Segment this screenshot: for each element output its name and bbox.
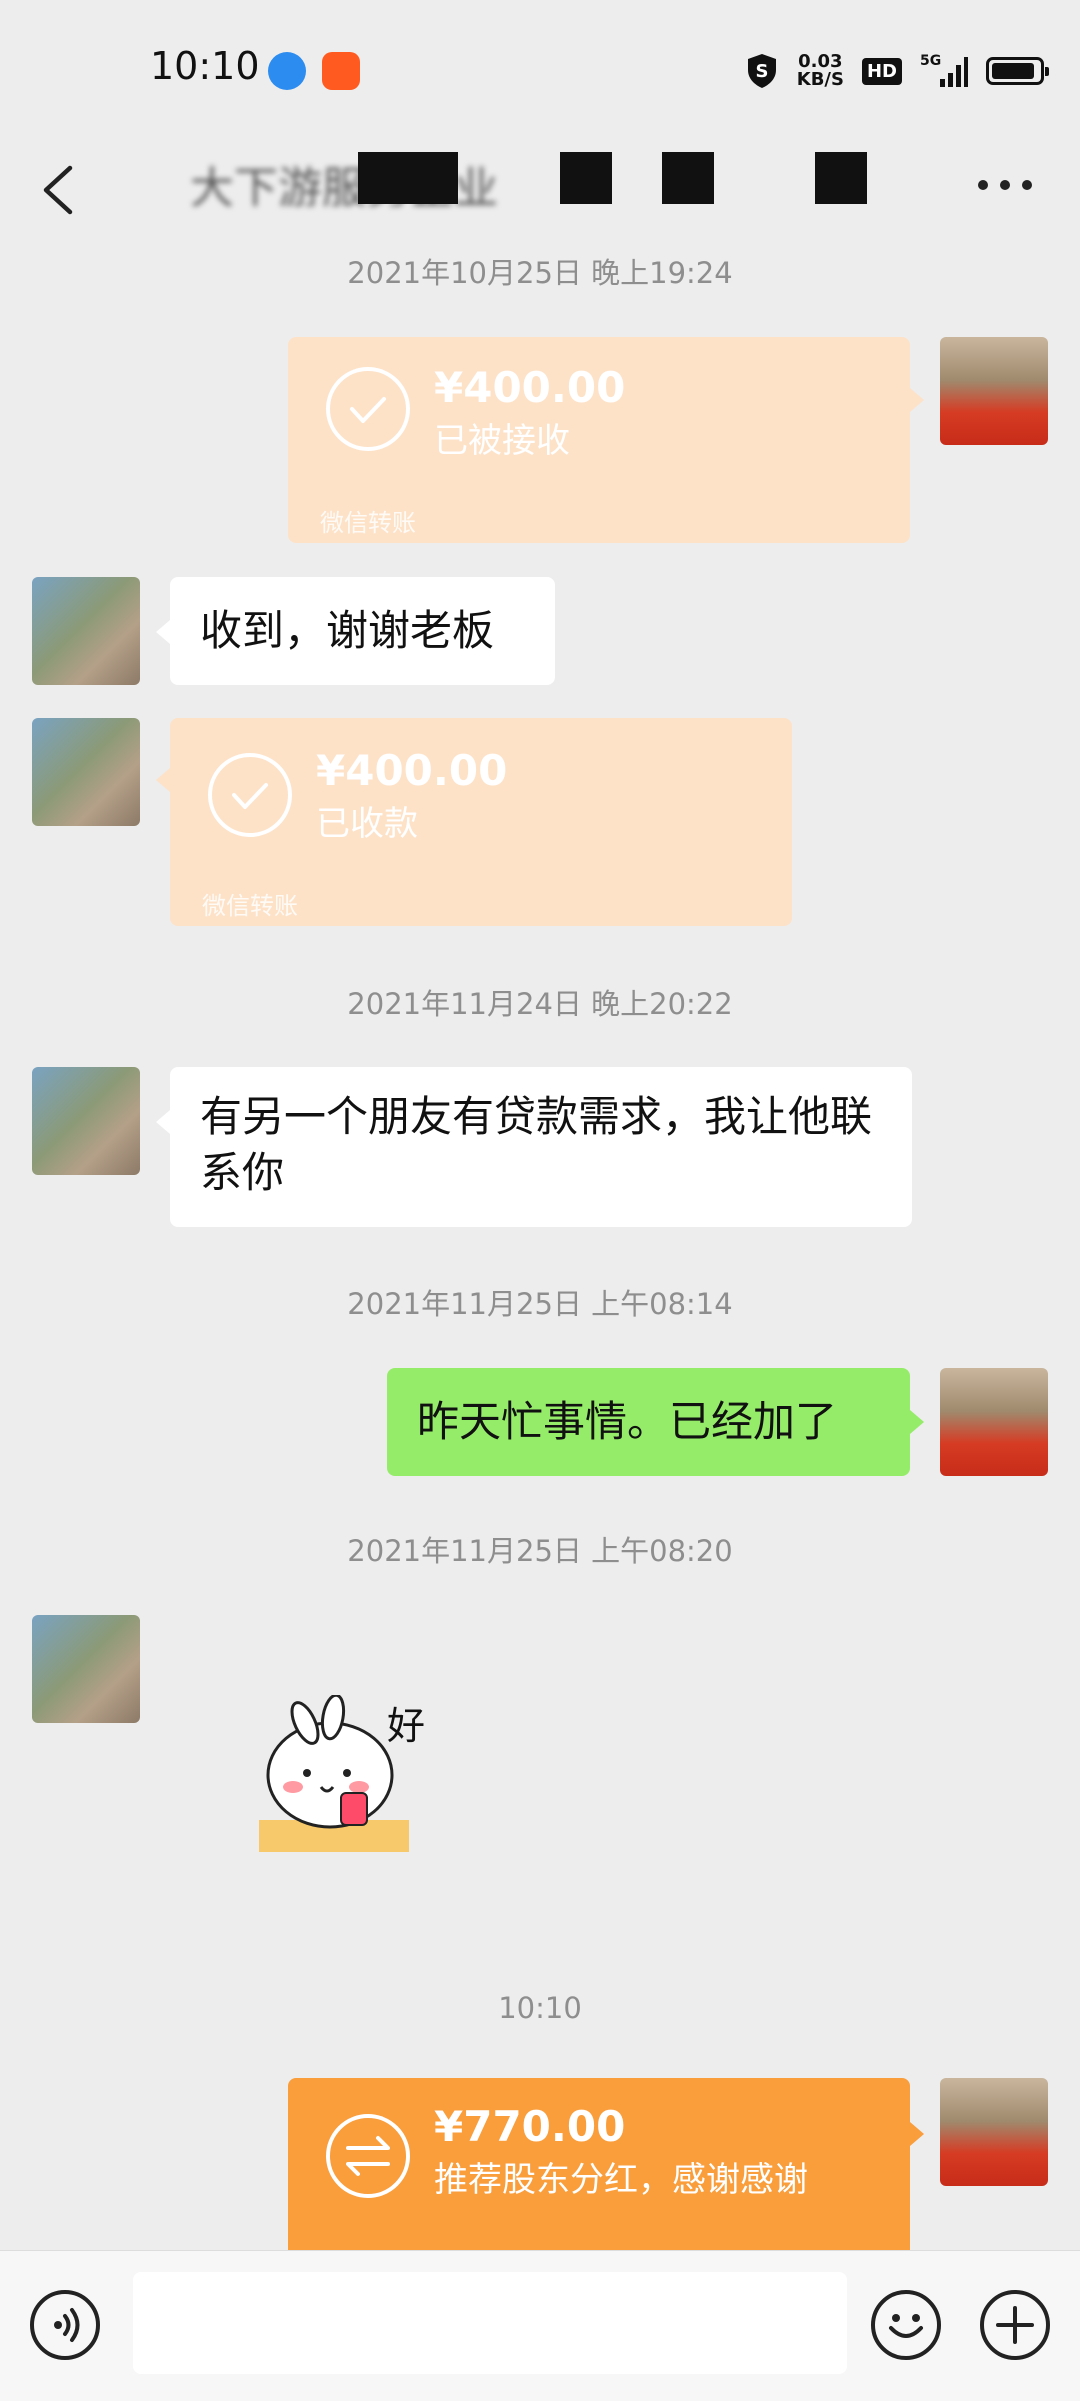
- chat-title: 大下游服务企业: [190, 163, 498, 206]
- status-right-group: S 0.03 KB/S HD 5G: [745, 48, 1049, 94]
- timestamp: 2021年11月25日 上午08:14: [347, 1287, 733, 1321]
- transfer-note: 推荐股东分红，感谢感谢: [434, 2160, 808, 2200]
- transfer-card[interactable]: ¥400.00 已收款 微信转账: [170, 718, 792, 926]
- timestamp: 2021年11月25日 上午08:20: [347, 1534, 733, 1568]
- transfer-amount: ¥770.00: [434, 2102, 626, 2151]
- shield-icon: S: [747, 54, 776, 88]
- signal-icon: 5G: [920, 53, 968, 87]
- app-notification-icon: [322, 52, 360, 90]
- avatar-contact[interactable]: [32, 577, 140, 685]
- voice-icon[interactable]: [30, 2290, 100, 2360]
- sticker-bunny[interactable]: 好: [255, 1693, 455, 1860]
- more-options-icon[interactable]: [965, 165, 1045, 205]
- svg-text:5G: 5G: [920, 53, 941, 69]
- redaction-block: [560, 152, 612, 204]
- avatar-me[interactable]: [940, 2078, 1048, 2186]
- redaction-block: [662, 152, 714, 204]
- check-circle-icon: [326, 367, 410, 451]
- transfer-footer: 微信转账: [202, 892, 298, 920]
- plus-icon[interactable]: [980, 2290, 1050, 2360]
- transfer-status: 已收款: [316, 804, 418, 844]
- transfer-card[interactable]: ¥400.00 已被接收 微信转账: [288, 337, 910, 543]
- bubble-tail: [910, 2122, 924, 2146]
- avatar-contact[interactable]: [32, 1067, 140, 1175]
- avatar-contact[interactable]: [32, 1615, 140, 1723]
- browser-notification-icon: [268, 52, 306, 90]
- bubble-tail: [910, 1410, 924, 1434]
- timestamp: 2021年10月25日 晚上19:24: [347, 256, 733, 290]
- transfer-card[interactable]: ¥770.00 推荐股东分红，感谢感谢: [288, 2078, 910, 2250]
- transfer-footer: 微信转账: [320, 509, 416, 537]
- svg-text:S: S: [755, 61, 768, 82]
- timestamp: 10:10: [498, 1991, 582, 2025]
- hd-badge: HD: [861, 57, 902, 85]
- avatar-me[interactable]: [940, 337, 1048, 445]
- check-circle-icon: [208, 753, 292, 837]
- avatar-contact[interactable]: [32, 718, 140, 826]
- sticker-text: 好: [387, 1704, 426, 1748]
- transfer-amount: ¥400.00: [434, 363, 626, 412]
- message-bubble[interactable]: 收到，谢谢老板: [170, 577, 555, 685]
- transfer-amount: ¥400.00: [316, 746, 508, 795]
- net-speed: 0.03 KB/S: [797, 53, 844, 89]
- avatar-me[interactable]: [940, 1368, 1048, 1476]
- bubble-tail: [156, 768, 170, 792]
- message-bubble[interactable]: 昨天忙事情。已经加了: [387, 1368, 910, 1476]
- emoji-icon[interactable]: [871, 2290, 941, 2360]
- status-time: 10:10: [150, 44, 260, 88]
- message-input[interactable]: [133, 2272, 847, 2374]
- bubble-tail: [156, 620, 170, 644]
- bubble-tail: [156, 1110, 170, 1134]
- redaction-block: [358, 152, 458, 204]
- redaction-block: [815, 152, 867, 204]
- message-bubble[interactable]: 有另一个朋友有贷款需求，我让他联系你: [170, 1067, 912, 1227]
- timestamp: 2021年11月24日 晚上20:22: [347, 987, 733, 1021]
- bubble-tail: [910, 388, 924, 412]
- transfer-exchange-icon: [326, 2114, 410, 2198]
- battery-icon: [986, 57, 1049, 85]
- transfer-status: 已被接收: [434, 421, 570, 461]
- net-speed-unit: KB/S: [796, 69, 844, 90]
- back-arrow-icon[interactable]: [30, 150, 90, 230]
